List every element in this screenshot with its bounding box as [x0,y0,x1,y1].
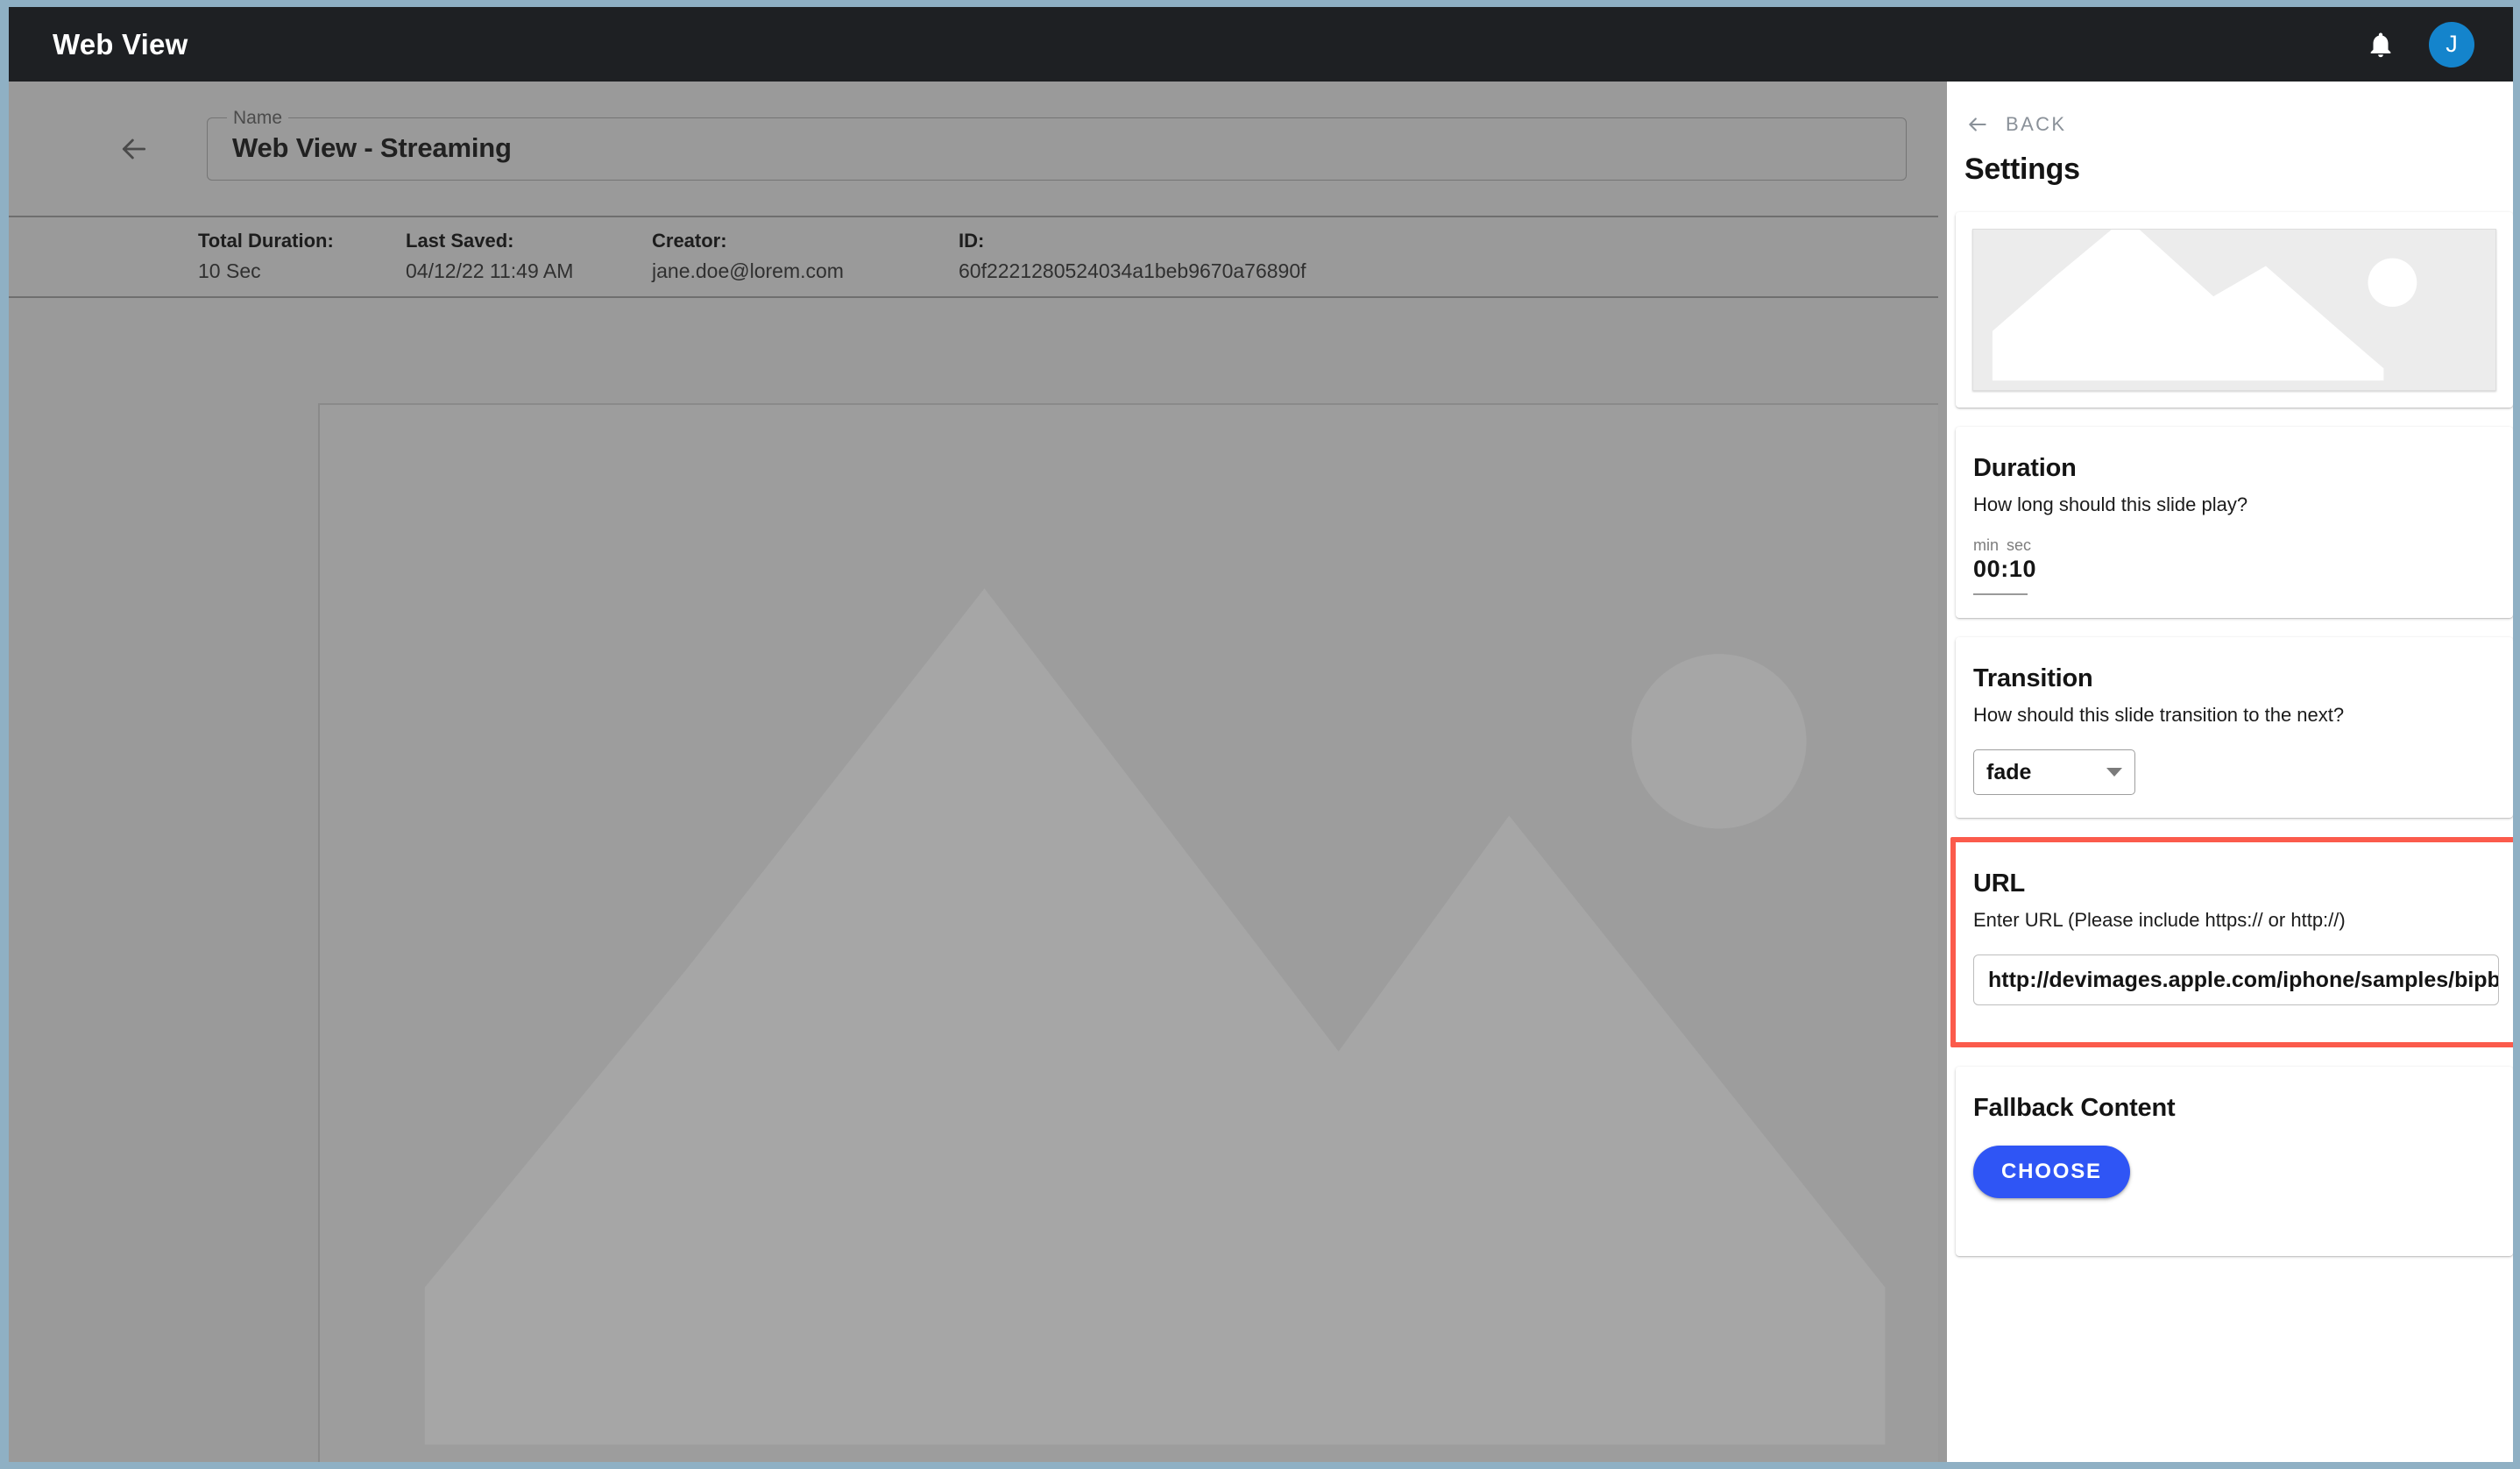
transition-card: Transition How should this slide transit… [1956,637,2513,818]
back-arrow-icon[interactable] [114,131,154,167]
meta-label: ID: [959,226,1484,255]
app-root: Web View J Name [9,7,2513,1462]
avatar-initial: J [2446,31,2458,58]
meta-label: Creator: [652,226,959,255]
url-subtitle: Enter URL (Please include https:// or ht… [1973,905,2495,935]
meta-id: ID: 60f2221280524034a1beb9670a76890f [959,226,1484,298]
url-input[interactable]: http://devimages.apple.com/iphone/sample… [1973,954,2499,1005]
bell-icon[interactable] [2366,30,2396,60]
preview-card[interactable] [1956,212,2513,408]
duration-heading: Duration [1973,451,2495,485]
settings-drawer: BACK Settings Duration How [1947,82,2513,1462]
name-field-value: Web View - Streaming [232,132,512,164]
image-placeholder-icon [320,405,1938,1462]
editor-header: Name Web View - Streaming Total Duration… [9,82,1938,298]
meta-creator: Creator: jane.doe@lorem.com [652,226,959,298]
preview-thumbnail [1972,229,2496,391]
meta-value: 04/12/22 11:49 AM [406,255,652,287]
duration-underline [1973,593,2028,595]
transition-selected-value: fade [1986,760,2031,785]
url-input-value: http://devimages.apple.com/iphone/sample… [1988,968,2499,993]
app-bar: Web View J [9,7,2513,82]
name-field-label: Name [227,107,288,129]
duration-card: Duration How long should this slide play… [1956,427,2513,618]
duration-subtitle: How long should this slide play? [1973,490,2495,520]
fallback-heading: Fallback Content [1973,1091,2495,1125]
image-placeholder-icon [1973,230,2495,390]
meta-total-duration: Total Duration: 10 Sec [198,226,406,298]
name-field[interactable]: Name Web View - Streaming [207,117,1907,181]
transition-select[interactable]: fade [1973,749,2135,795]
metadata-row: Total Duration: 10 Sec Last Saved: 04/12… [9,217,1938,298]
duration-units: min sec [1973,536,2495,555]
app-bar-actions: J [2366,22,2474,67]
settings-cards: Duration How long should this slide play… [1947,212,2513,1256]
fallback-card: Fallback Content CHOOSE [1956,1067,2513,1256]
back-arrow-icon [1964,113,1991,136]
meta-label: Last Saved: [406,226,652,255]
meta-value: jane.doe@lorem.com [652,255,959,287]
slide-canvas [9,298,1938,1462]
settings-title: Settings [1947,136,2513,187]
avatar[interactable]: J [2429,22,2474,67]
meta-last-saved: Last Saved: 04/12/22 11:49 AM [406,226,652,298]
meta-label: Total Duration: [198,226,406,255]
duration-min-label: min [1973,536,1998,555]
transition-subtitle: How should this slide transition to the … [1973,700,2495,730]
app-title: Web View [53,28,188,61]
back-button[interactable]: BACK [1947,82,2513,136]
back-label: BACK [2006,113,2067,136]
transition-heading: Transition [1973,662,2495,695]
duration-input[interactable]: 00:10 [1973,555,2495,584]
chevron-down-icon [2106,768,2122,777]
url-card: URL Enter URL (Please include https:// o… [1950,837,2513,1047]
meta-value: 10 Sec [198,255,406,287]
slide-preview[interactable] [318,403,1938,1462]
duration-sec-label: sec [2007,536,2031,555]
name-row: Name Web View - Streaming [9,82,1938,217]
meta-value: 60f2221280524034a1beb9670a76890f [959,255,1484,287]
url-heading: URL [1973,867,2495,900]
choose-button[interactable]: CHOOSE [1973,1146,2130,1198]
